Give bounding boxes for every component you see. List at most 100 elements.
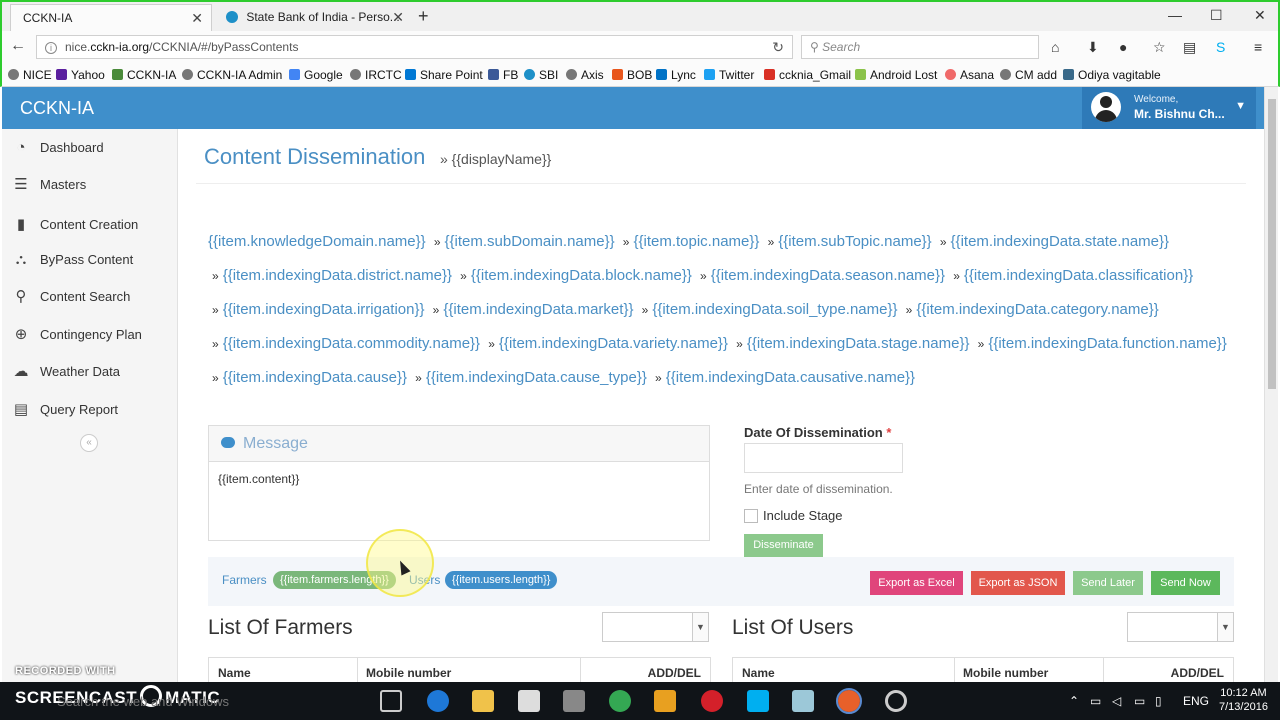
skype-taskbar-icon[interactable]	[747, 690, 769, 712]
home-icon[interactable]: ⌂	[1051, 39, 1059, 55]
breadcrumb-link[interactable]: {{item.indexingData.block.name}}	[471, 267, 692, 284]
page-scrollbar[interactable]	[1264, 87, 1278, 682]
menu-icon[interactable]: ≡	[1254, 39, 1262, 55]
sidebar-item-contingency-plan[interactable]: ⊕ Contingency Plan	[2, 317, 178, 354]
breadcrumb-link[interactable]: {{item.indexingData.cause}}	[223, 369, 407, 386]
farmers-filter-select[interactable]: ▼	[602, 612, 709, 642]
date-of-dissemination-field[interactable]	[744, 443, 903, 473]
breadcrumb-link[interactable]: {{item.subDomain.name}}	[445, 233, 615, 250]
include-stage-checkbox[interactable]	[744, 509, 758, 523]
bookmark-twitter[interactable]: Twitter	[704, 68, 754, 82]
breadcrumb-link[interactable]: {{item.indexingData.season.name}}	[711, 267, 945, 284]
star-icon[interactable]: ☆	[1153, 39, 1166, 56]
taskbar-clock[interactable]: 10:12 AM 7/13/2016	[1219, 686, 1268, 714]
network-icon[interactable]: ▭	[1090, 694, 1101, 708]
opera-icon[interactable]	[701, 690, 723, 712]
bookmark-cckn-ia[interactable]: CCKN-IA	[112, 68, 176, 82]
task-view-icon[interactable]	[380, 690, 402, 712]
bookmark-fb[interactable]: FB	[488, 68, 518, 82]
close-tab-icon[interactable]: ✕	[392, 9, 404, 26]
chevron-down-icon[interactable]: ▼	[1235, 100, 1246, 112]
breadcrumb-link[interactable]: {{item.indexingData.irrigation}}	[223, 301, 425, 318]
bookmark-bob[interactable]: BOB	[612, 68, 652, 82]
breadcrumb-link[interactable]: {{item.indexingData.stage.name}}	[747, 335, 970, 352]
breadcrumb-link[interactable]: {{item.indexingData.commodity.name}}	[223, 335, 480, 352]
info-icon[interactable]: i	[45, 42, 57, 54]
bookmark-irctc[interactable]: IRCTC	[350, 68, 402, 82]
sidebar-item-weather-data[interactable]: ☁ Weather Data	[2, 354, 178, 391]
taskbar-search-input[interactable]: Search the web and Windows	[57, 694, 229, 709]
battery-icon[interactable]: ▯	[1155, 694, 1162, 708]
file-explorer-icon[interactable]	[472, 690, 494, 712]
download-icon[interactable]: ⬇	[1087, 39, 1099, 56]
close-window-button[interactable]: ✕	[1254, 7, 1266, 24]
breadcrumb-link[interactable]: {{item.indexingData.district.name}}	[223, 267, 452, 284]
export-excel-button[interactable]: Export as Excel	[870, 571, 963, 595]
breadcrumb-link[interactable]: {{item.indexingData.cause_type}}	[426, 369, 647, 386]
sidebar-item-query-report[interactable]: ▤ Query Report	[2, 392, 178, 429]
tab-sbi[interactable]: State Bank of India - Perso... ✕	[214, 4, 412, 33]
reload-icon[interactable]: ↻	[772, 39, 784, 56]
breadcrumb-link[interactable]: {{item.indexingData.market}}	[443, 301, 633, 318]
sidebar-item-content-creation[interactable]: ▮ Content Creation	[2, 207, 178, 244]
sidebar-item-masters[interactable]: ☰ Masters	[2, 167, 178, 204]
browser-search-input[interactable]: ⚲ Search	[801, 35, 1039, 59]
export-json-button[interactable]: Export as JSON	[971, 571, 1065, 595]
users-filter-select[interactable]: ▼	[1127, 612, 1234, 642]
outlook-icon[interactable]	[654, 690, 676, 712]
close-tab-icon[interactable]: ✕	[191, 10, 203, 27]
breadcrumb-link[interactable]: {{item.indexingData.soil_type.name}}	[652, 301, 897, 318]
tab-cckn-ia[interactable]: CCKN-IA ✕	[10, 4, 212, 33]
notification-icon[interactable]: ▭	[1134, 694, 1145, 708]
sidebar-item-bypass-content[interactable]: ⛬ ByPass Content	[2, 242, 178, 279]
back-arrow-icon[interactable]: ←	[10, 37, 26, 55]
new-tab-button[interactable]: +	[418, 6, 429, 27]
breadcrumb-link[interactable]: {{item.knowledgeDomain.name}}	[208, 233, 426, 250]
bookmark-odiya-vagitable[interactable]: Odiya vagitable	[1063, 68, 1161, 82]
breadcrumb-link[interactable]: {{item.indexingData.variety.name}}	[499, 335, 728, 352]
minimize-button[interactable]: —	[1168, 7, 1182, 23]
breadcrumb-link[interactable]: {{item.indexingData.function.name}}	[988, 335, 1227, 352]
breadcrumb-link[interactable]: {{item.indexingData.category.name}}	[916, 301, 1158, 318]
maximize-button[interactable]: ☐	[1210, 7, 1223, 24]
app-icon[interactable]	[563, 690, 585, 712]
collapse-sidebar-icon[interactable]: «	[80, 434, 98, 452]
skype-icon[interactable]: S	[1216, 39, 1225, 55]
store-icon[interactable]	[518, 690, 540, 712]
notes-icon[interactable]	[792, 690, 814, 712]
app-brand[interactable]: CCKN-IA	[20, 98, 94, 119]
tray-chevron-icon[interactable]: ⌃	[1069, 694, 1079, 708]
farmers-tab[interactable]: Farmers	[222, 573, 267, 587]
volume-icon[interactable]: ◁	[1112, 694, 1121, 708]
breadcrumb-link[interactable]: {{item.indexingData.causative.name}}	[666, 369, 915, 386]
bookmark-ccknia-gmail[interactable]: ccknia_Gmail	[764, 68, 851, 82]
screencast-icon[interactable]	[885, 690, 907, 712]
breadcrumb-link[interactable]: {{item.subTopic.name}}	[778, 233, 931, 250]
firefox-icon[interactable]	[836, 688, 862, 714]
bookmark-nice[interactable]: NICE	[8, 68, 52, 82]
bookmark-share-point[interactable]: Share Point	[405, 68, 483, 82]
sidebar-item-dashboard[interactable]: ◔ Dashboard	[2, 130, 178, 167]
bookmark-cckn-ia-admin[interactable]: CCKN-IA Admin	[182, 68, 282, 82]
breadcrumb-link[interactable]: {{item.indexingData.state.name}}	[951, 233, 1169, 250]
url-bar[interactable]: i nice.cckn-ia.org/CCKNIA/#/byPassContent…	[36, 35, 793, 59]
chrome-icon[interactable]	[609, 690, 631, 712]
scrollbar-thumb[interactable]	[1268, 99, 1276, 389]
disseminate-button[interactable]: Disseminate	[744, 534, 823, 557]
bookmark-yahoo[interactable]: Yahoo	[56, 68, 105, 82]
sidebar-item-content-search[interactable]: ⚲ Content Search	[2, 279, 178, 316]
language-indicator[interactable]: ENG	[1183, 694, 1209, 708]
bookmark-sbi[interactable]: SBI	[524, 68, 558, 82]
bookmark-asana[interactable]: Asana	[945, 68, 994, 82]
bookmark-android-lost[interactable]: Android Lost	[855, 68, 937, 82]
send-now-button[interactable]: Send Now	[1151, 571, 1220, 595]
bookmark-axis[interactable]: Axis	[566, 68, 604, 82]
chat-icon[interactable]: ●	[1119, 39, 1127, 55]
breadcrumb-link[interactable]: {{item.topic.name}}	[633, 233, 759, 250]
edge-icon[interactable]	[427, 690, 449, 712]
breadcrumb-link[interactable]: {{item.indexingData.classification}}	[964, 267, 1193, 284]
user-menu[interactable]: Welcome, Mr. Bishnu Ch... ▼	[1082, 87, 1256, 129]
bookmark-google[interactable]: Google	[289, 68, 343, 82]
bookmark-lync[interactable]: Lync	[656, 68, 696, 82]
reading-list-icon[interactable]: ▤	[1183, 39, 1196, 56]
